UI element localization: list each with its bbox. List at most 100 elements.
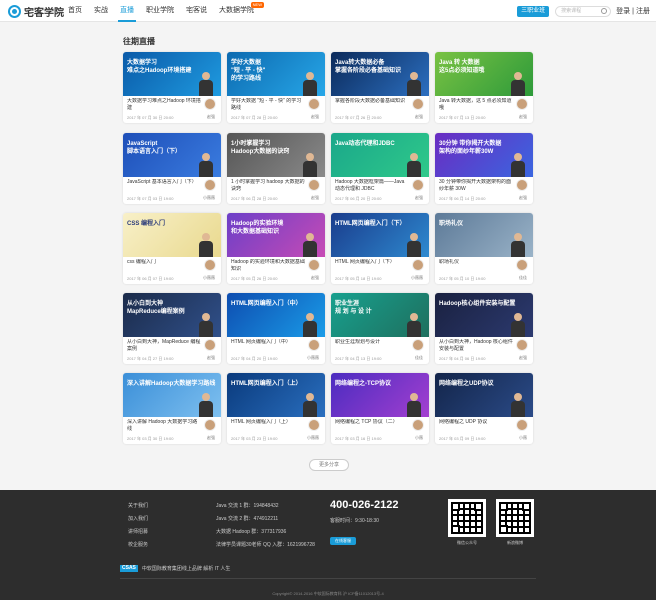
course-time: 2017 年 03 月 30 日 19:00	[127, 436, 174, 441]
course-time: 2017 年 04 月 27 日 19:00	[127, 356, 174, 361]
more-button[interactable]: 更多分享	[309, 459, 349, 471]
course-thumbnail[interactable]: 职场礼仪	[435, 213, 533, 257]
course-thumbnail[interactable]: CSS 编程入门	[123, 213, 221, 257]
nav-item-home[interactable]: 首页	[62, 0, 88, 22]
course-thumbnail[interactable]: Hadoop的实验环境 和大数据基础知识	[227, 213, 325, 257]
thumbnail-title: 学好大数据 "短 - 平 - 快" 的学习路线	[231, 60, 266, 82]
course-title[interactable]: HTML 网页编程入门（中）	[231, 339, 305, 353]
course-card[interactable]: Hadoop的实验环境 和大数据基础知识 Hadoop 的实验环境和大数据基础知识 2…	[227, 213, 325, 284]
footer-links: 关于我们 加入我们 讲师招募 校企服务	[128, 502, 148, 554]
teacher-avatar	[412, 179, 424, 191]
course-title[interactable]: 从小白到大神，MapReduce 编程案例	[127, 339, 201, 353]
course-thumbnail[interactable]: 网络编程之-TCP协议	[331, 373, 429, 417]
footer-link-about[interactable]: 关于我们	[128, 502, 148, 515]
course-time: 2017 年 07 月 26 日 20:00	[335, 115, 382, 120]
course-title[interactable]: Java 转大数据，这 5 点必须知道哦	[439, 98, 513, 112]
thumbnail-title: 从小白到大神 MapReduce编程案例	[127, 301, 185, 315]
course-thumbnail[interactable]: 大数据学习 难点之Hadoop环境搭建	[123, 52, 221, 96]
footer-link-join[interactable]: 加入我们	[128, 515, 148, 528]
course-card[interactable]: 30分钟 带你揭开大数据 架构的面纱年薪30W 30 分钟带你揭开大数据架构的面纱年…	[435, 133, 533, 204]
course-title[interactable]: Hadoop 的实验环境和大数据基础知识	[231, 259, 305, 273]
search-input[interactable]: 搜索课程	[555, 5, 612, 17]
teacher-name: 赵强	[207, 114, 215, 119]
course-thumbnail[interactable]: 从小白到大神 MapReduce编程案例	[123, 293, 221, 337]
course-card[interactable]: HTML网页编程入门（下） HTML 网页编程入门（下） 2017 年 05 月 1…	[331, 213, 429, 284]
teacher-photo	[199, 233, 213, 257]
course-thumbnail[interactable]: HTML网页编程入门（上）	[227, 373, 325, 417]
course-title[interactable]: 网络编程之 UDP 协议	[439, 419, 513, 433]
course-card[interactable]: 大数据学习 难点之Hadoop环境搭建 大数据学习难点之Hadoop 环境搭建 201…	[123, 52, 221, 123]
course-title[interactable]: HTML 网页编程入门（下）	[335, 259, 409, 273]
logo-icon	[8, 4, 21, 18]
search-icon[interactable]	[601, 7, 608, 14]
course-card[interactable]: CSS 编程入门 css 编程入门 2017 年 06 月 07 日 19:00 小薇…	[123, 213, 221, 284]
course-title[interactable]: 1 小时掌握学习 hadoop 大数据的诀窍	[231, 179, 305, 193]
footer-link-enterprise[interactable]: 校企服务	[128, 541, 148, 554]
course-card[interactable]: Java动态代理和JDBC Hadoop 大数据框架篇——Java 动态代理和 J…	[331, 133, 429, 204]
teacher-name: 赵强	[415, 195, 423, 200]
teacher-name: 赵强	[311, 114, 319, 119]
course-thumbnail[interactable]: HTML网页编程入门（中）	[227, 293, 325, 337]
course-thumbnail[interactable]: 学好大数据 "短 - 平 - 快" 的学习路线	[227, 52, 325, 96]
course-title[interactable]: 掌握各阶段大数据必备基础知识	[335, 98, 409, 112]
teacher-avatar	[204, 98, 216, 110]
course-card[interactable]: 职业生涯规 划 与 设 计职业生涯规划与设计 2017 年 04 月 13 日 1…	[331, 293, 429, 364]
course-thumbnail[interactable]: HTML网页编程入门（下）	[331, 213, 429, 257]
course-title[interactable]: 学好大数据 "短 - 平 - 快" 的学习路线	[231, 98, 305, 112]
course-card[interactable]: 深入讲解Hadoop大数据学习路线深入讲解 Hadoop 大数据学习路线 2017…	[123, 373, 221, 444]
course-title[interactable]: JavaScript 基本语言入门（下）	[127, 179, 201, 193]
new-badge: NEW	[250, 2, 264, 8]
course-card[interactable]: JavaScript 脚本语言入门（下） JavaScript 基本语言入门（下） 2…	[123, 133, 221, 204]
course-time: 2017 年 07 月 03 日 19:00	[127, 196, 174, 201]
course-thumbnail[interactable]: Hadoop核心组件安装与配置	[435, 293, 533, 337]
course-title[interactable]: 职场礼仪	[439, 259, 513, 273]
footer-hours: 客服时间：9:30-18:30	[330, 518, 379, 524]
course-thumbnail[interactable]: 1小时掌握学习 Hadoop大数据的诀窍	[227, 133, 325, 177]
course-card[interactable]: 职场礼仪 职场礼仪 2017 年 05 月 10 日 19:00 佳佳	[435, 213, 533, 284]
course-card[interactable]: 学好大数据 "短 - 平 - 快" 的学习路线学好大数据 "短 - 平 - 快" 的…	[227, 52, 325, 123]
course-title[interactable]: 从小白到大神，Hadoop 核心组件安装与配置	[439, 339, 513, 353]
course-thumbnail[interactable]: 30分钟 带你揭开大数据 架构的面纱年薪30W	[435, 133, 533, 177]
course-thumbnail[interactable]: Java动态代理和JDBC	[331, 133, 429, 177]
thumbnail-title: 深入讲解Hadoop大数据学习路线	[127, 381, 216, 387]
top-header: 宅客学院 首页 实战 直播 职业学院 宅客说 大数据学院 NEW 三职业班 搜索课…	[0, 0, 656, 22]
site-logo[interactable]: 宅客学院	[8, 4, 64, 19]
nav-item-career[interactable]: 职业学院	[140, 0, 180, 22]
course-thumbnail[interactable]: 深入讲解Hadoop大数据学习路线	[123, 373, 221, 417]
thumbnail-title: 大数据学习 难点之Hadoop环境搭建	[127, 60, 192, 74]
course-thumbnail[interactable]: 职业生涯规 划 与 设 计	[331, 293, 429, 337]
course-card[interactable]: 从小白到大神 MapReduce编程案例从小白到大神，MapReduce 编程案例…	[123, 293, 221, 364]
course-title[interactable]: HTML 网页编程入门（上）	[231, 419, 305, 433]
footer-link-teachers[interactable]: 讲师招募	[128, 528, 148, 541]
course-card[interactable]: 网络编程之UDP协议 网络编程之 UDP 协议 2017 年 03 月 09 日 1…	[435, 373, 533, 444]
nav-item-talk[interactable]: 宅客说	[180, 0, 213, 22]
login-link[interactable]: 登录	[616, 6, 630, 16]
nav-item-bigdata[interactable]: 大数据学院 NEW	[213, 0, 264, 22]
course-title[interactable]: 大数据学习难点之Hadoop 环境搭建	[127, 98, 201, 112]
nav-item-practice[interactable]: 实战	[88, 0, 114, 22]
course-card[interactable]: Java转大数据必备 掌握各阶段必备基础知识掌握各阶段大数据必备基础知识 2017 …	[331, 52, 429, 123]
course-title[interactable]: css 编程入门	[127, 259, 201, 273]
course-title[interactable]: 网络编程之 TCP 协议（二）	[335, 419, 409, 433]
wechat-qr-label: 微信公众号	[457, 540, 477, 545]
course-thumbnail[interactable]: 网络编程之UDP协议	[435, 373, 533, 417]
course-card[interactable]: 网络编程之-TCP协议 网络编程之 TCP 协议（二） 2017 年 03 月 16…	[331, 373, 429, 444]
course-title[interactable]: 职业生涯规划与设计	[335, 339, 409, 353]
course-thumbnail[interactable]: Java 转 大数据 这5点必须知道哦	[435, 52, 533, 96]
teacher-avatar	[412, 259, 424, 271]
course-card[interactable]: Hadoop核心组件安装与配置 从小白到大神，Hadoop 核心组件安装与配置 20…	[435, 293, 533, 364]
course-card[interactable]: Java 转 大数据 这5点必须知道哦 Java 转大数据，这 5 点必须知道哦 20…	[435, 52, 533, 123]
course-title[interactable]: 深入讲解 Hadoop 大数据学习路线	[127, 419, 201, 433]
course-thumbnail[interactable]: JavaScript 脚本语言入门（下）	[123, 133, 221, 177]
course-card[interactable]: HTML网页编程入门（中） HTML 网页编程入门（中） 2017 年 04 月 2…	[227, 293, 325, 364]
register-link[interactable]: 注册	[636, 6, 650, 16]
nav-item-live[interactable]: 直播	[114, 0, 140, 22]
course-thumbnail[interactable]: Java转大数据必备 掌握各阶段必备基础知识	[331, 52, 429, 96]
course-card[interactable]: HTML网页编程入门（上） HTML 网页编程入门（上） 2017 年 03 月 2…	[227, 373, 325, 444]
program-button[interactable]: 三职业班	[517, 5, 550, 17]
footer-slogan: 中软国际教育集团线上品牌 解析 IT 人生	[141, 566, 231, 572]
course-title[interactable]: Hadoop 大数据框架篇——Java 动态代理和 JDBC	[335, 179, 409, 193]
online-service-button[interactable]: 在线客服	[330, 537, 356, 545]
course-card[interactable]: 1小时掌握学习 Hadoop大数据的诀窍 1 小时掌握学习 hadoop 大数据的诀…	[227, 133, 325, 204]
course-title[interactable]: 30 分钟带你揭开大数据架构的面纱年薪 30W	[439, 179, 513, 193]
